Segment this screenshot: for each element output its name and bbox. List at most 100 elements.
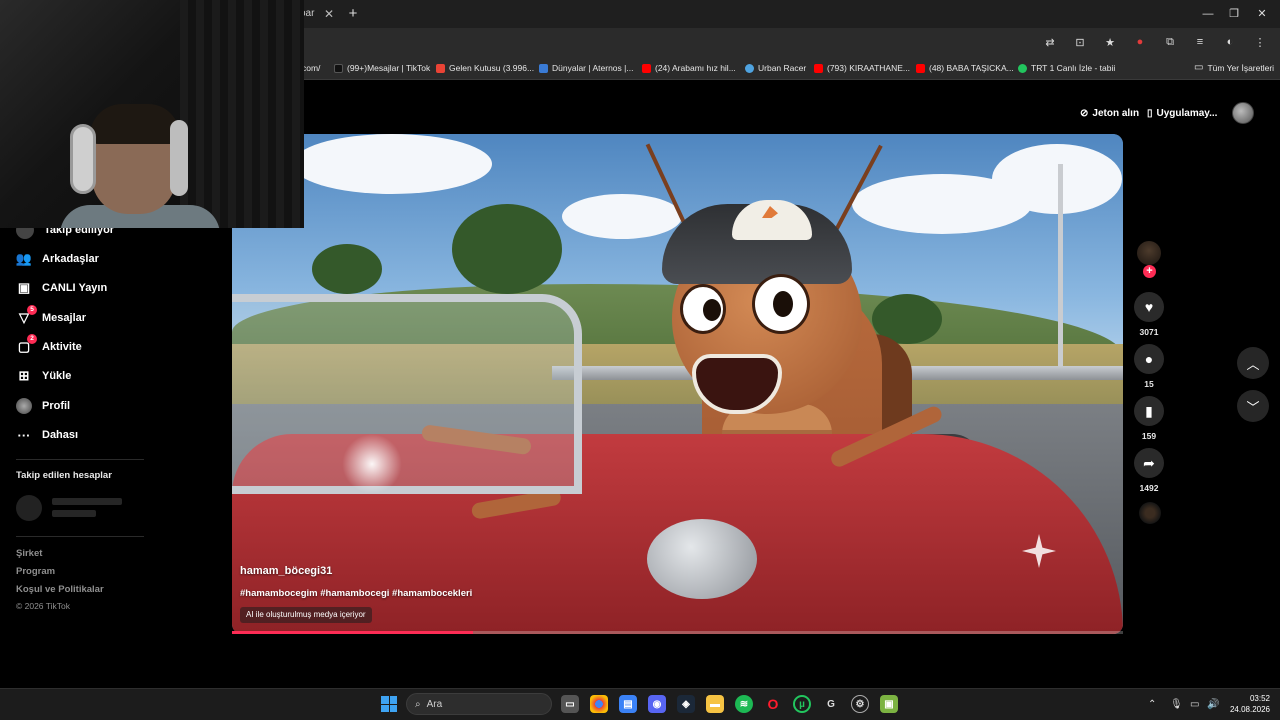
bookmark-item[interactable]: com/ [302, 61, 320, 75]
chrome-icon[interactable] [590, 695, 608, 713]
bookmark-item[interactable]: (99+)Mesajlar | TikTok [334, 61, 430, 75]
bookmark-item[interactable]: Urban Racer [745, 61, 806, 75]
side-mirror [647, 519, 757, 599]
folder-icon: ▭ [1194, 62, 1204, 73]
bookmark-item[interactable]: Gelen Kutusu (3.996... [436, 61, 534, 75]
opera-icon[interactable]: O [764, 695, 782, 713]
clock-date: 24.08.2026 [1229, 705, 1270, 714]
bookmark-star-icon[interactable]: ★ [1102, 34, 1118, 50]
steelseries-icon[interactable]: ⚙ [851, 695, 869, 713]
task-view-icon[interactable]: ▭ [561, 695, 579, 713]
creator-avatar[interactable] [1137, 241, 1161, 265]
tabii-icon [1018, 63, 1027, 73]
logitech-icon[interactable]: G [822, 695, 840, 713]
aternos-icon [539, 63, 548, 73]
minimize-icon[interactable]: — [1196, 4, 1220, 24]
all-bookmarks-folder[interactable]: ▭ Tüm Yer İşaretleri [1194, 61, 1274, 75]
windows-start-icon[interactable] [381, 696, 397, 712]
discord-icon[interactable]: ◉ [648, 695, 666, 713]
music-disc-icon[interactable] [1139, 502, 1161, 524]
chevron-down-icon: ﹀ [1246, 399, 1260, 415]
spotify-icon[interactable]: ≋ [735, 695, 753, 713]
phone-icon: ▯ [1147, 107, 1153, 119]
display-icon[interactable]: ▭ [1190, 698, 1199, 712]
extension-red-icon[interactable]: ● [1132, 34, 1148, 50]
translate-icon[interactable]: ⇄ [1042, 34, 1058, 50]
sidebar-item-profile[interactable]: Profil [16, 396, 70, 416]
comment-count: 15 [1144, 379, 1154, 389]
sidebar-item-live[interactable]: ▣ CANLI Yayın [16, 278, 107, 298]
steam-icon[interactable]: ◈ [677, 695, 695, 713]
next-video-button[interactable]: ﹀ [1237, 390, 1269, 422]
previous-video-button[interactable]: ︿ [1237, 347, 1269, 379]
bookmark-item[interactable]: TRT 1 Canlı İzle - tabii [1018, 61, 1115, 75]
install-app-icon[interactable]: ⊡ [1072, 34, 1088, 50]
comment-button[interactable]: ● [1134, 344, 1164, 374]
taskbar-clock[interactable]: 03:52 24.08.2026 [1224, 693, 1270, 715]
comment-icon: ● [1144, 351, 1154, 367]
footer-terms-link[interactable]: Koşul ve Politikalar [16, 584, 104, 595]
cloud [562, 194, 682, 239]
utorrent-icon[interactable]: µ [793, 695, 811, 713]
file-explorer-icon[interactable]: ▬ [706, 695, 724, 713]
footer-program-link[interactable]: Program [16, 566, 55, 577]
youtube-icon [916, 63, 925, 73]
heart-icon: ♥ [1144, 299, 1154, 315]
new-tab-icon[interactable]: + [346, 4, 360, 24]
account-placeholder-line [52, 498, 122, 505]
store-icon[interactable]: ▤ [619, 695, 637, 713]
like-button[interactable]: ♥ [1134, 292, 1164, 322]
restore-icon[interactable]: ❐ [1222, 4, 1246, 24]
following-accounts-heading: Takip edilen hesaplar [16, 470, 112, 481]
bookmark-button[interactable]: ▮ [1134, 396, 1164, 426]
account-placeholder-line [52, 510, 96, 517]
bookmark-item[interactable]: (793) KIRAATHANE... [814, 61, 910, 75]
tiktok-icon [334, 63, 343, 73]
user-avatar[interactable] [1232, 102, 1254, 124]
messages-badge: 5 [27, 305, 37, 315]
tree [452, 204, 562, 294]
media-controls-icon[interactable]: ≡ [1192, 34, 1208, 50]
close-tab-icon[interactable]: ✕ [322, 4, 336, 24]
cloud [992, 144, 1122, 214]
sidebar-item-more[interactable]: ··· Dahası [16, 425, 79, 445]
get-app-button[interactable]: ▯ Uygulamay... [1147, 104, 1217, 122]
taskbar-search[interactable]: ⌕ Ara [406, 693, 552, 715]
coin-icon: ⊘ [1080, 107, 1089, 119]
follow-plus-icon[interactable]: + [1143, 265, 1156, 278]
account-placeholder-avatar [16, 495, 42, 521]
extensions-icon[interactable]: ⧉ [1162, 34, 1178, 50]
search-icon: ⌕ [415, 698, 421, 710]
video-username[interactable]: hamam_böcegi31 [240, 565, 332, 577]
bookmark-item[interactable]: (24) Arabamı hız hil... [642, 61, 736, 75]
more-icon: ··· [17, 427, 31, 443]
video-hashtags[interactable]: #hamambocegim #hamambocegi #hamambocekle… [240, 588, 472, 599]
microphone-icon[interactable]: 🎙 [1170, 698, 1183, 712]
webcam-overlay [0, 0, 304, 228]
messages-icon: ▽ 5 [16, 305, 37, 326]
upload-icon: ⊞ [18, 368, 30, 383]
video-progress-bar[interactable] [232, 631, 1123, 634]
profile-avatar-icon[interactable]: ◐ [1222, 34, 1238, 50]
volume-icon[interactable]: 🔊 [1207, 698, 1219, 712]
android-icon[interactable]: ▣ [880, 695, 898, 713]
video-player[interactable] [232, 134, 1123, 634]
sidebar-divider [16, 459, 144, 460]
sidebar-item-friends[interactable]: 👥 Arkadaşlar [16, 249, 99, 269]
browser-menu-icon[interactable]: ⋮ [1252, 34, 1268, 50]
bookmark-item[interactable]: Dünyalar | Aternos |... [539, 61, 633, 75]
footer-company-link[interactable]: Şirket [16, 548, 42, 559]
eye [752, 274, 810, 334]
tray-chevron-up-icon[interactable]: ⌃ [1148, 698, 1156, 712]
gmail-icon [436, 63, 445, 73]
clock-time: 03:52 [1249, 694, 1270, 703]
chevron-up-icon: ︿ [1246, 356, 1260, 372]
share-button[interactable]: ➦ [1134, 448, 1164, 478]
sidebar-item-upload[interactable]: ⊞ Yükle [16, 366, 72, 386]
bookmark-item[interactable]: (48) BABA TAŞICKA... [916, 61, 1014, 75]
bookmark-count: 159 [1141, 431, 1157, 441]
sidebar-item-messages[interactable]: ▽ 5 Mesajlar [16, 305, 86, 328]
close-window-icon[interactable]: ✕ [1250, 4, 1274, 24]
get-coins-button[interactable]: ⊘ Jeton alın [1080, 104, 1139, 122]
sidebar-item-activity[interactable]: ▢ 2 Aktivite [16, 334, 82, 357]
